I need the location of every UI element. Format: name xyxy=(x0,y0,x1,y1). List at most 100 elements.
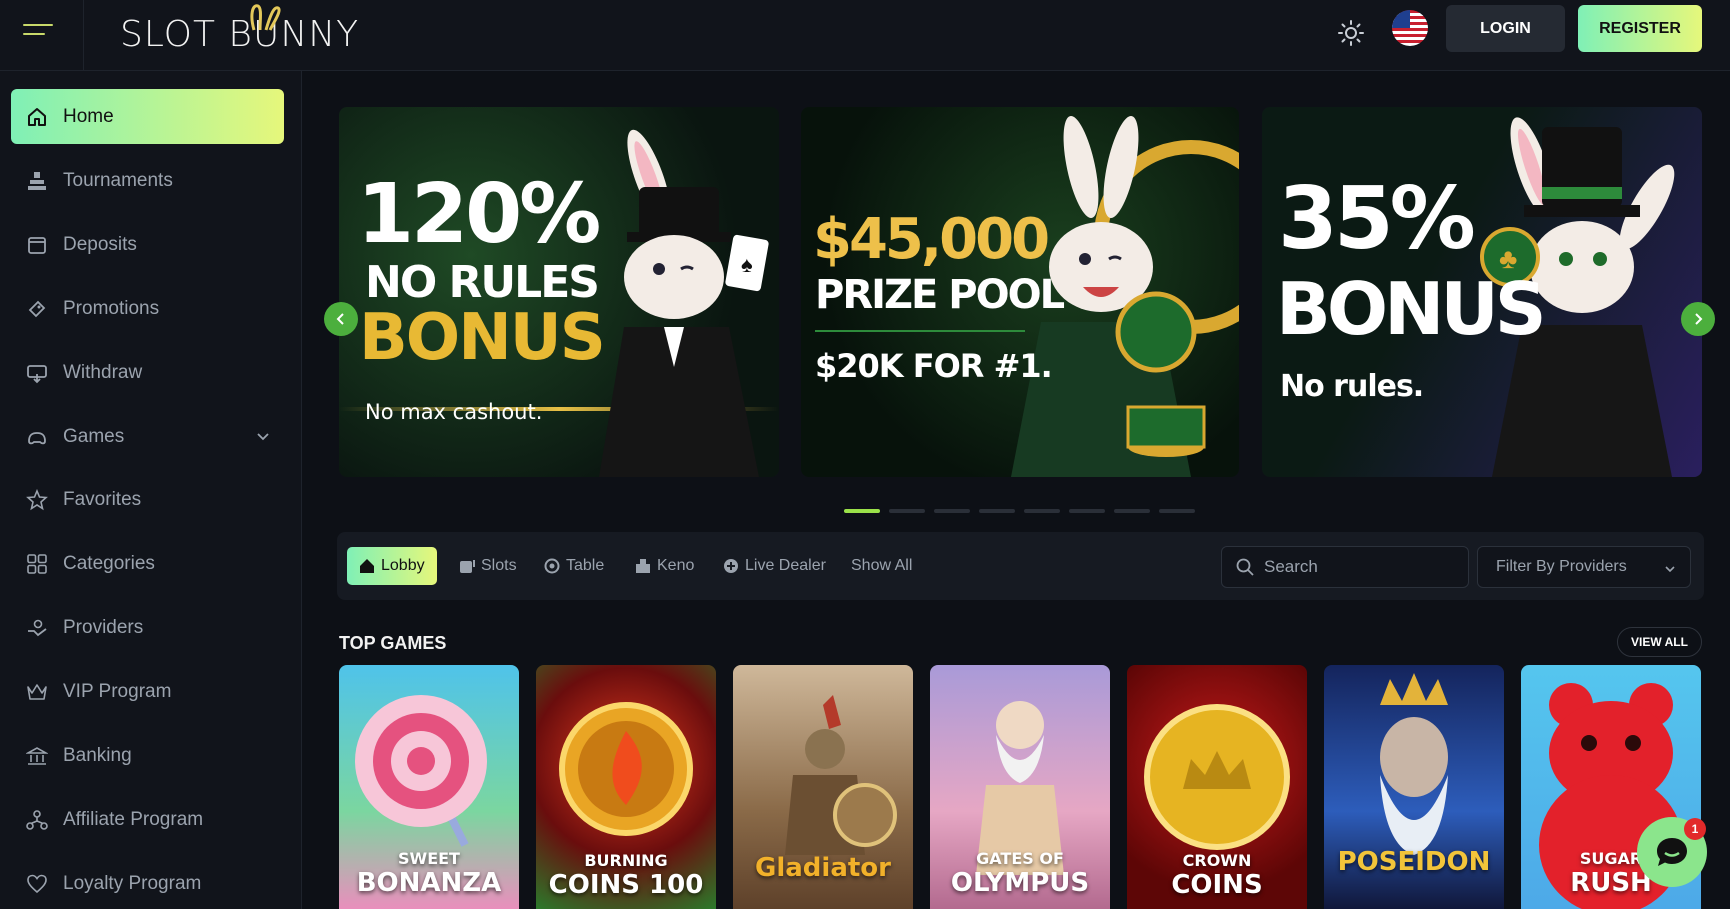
sidebar-item-games[interactable]: Games xyxy=(11,409,284,464)
sidebar-item-providers[interactable]: Providers xyxy=(11,600,284,655)
sidebar-item-categories[interactable]: Categories xyxy=(11,536,284,591)
carousel-prev-button[interactable] xyxy=(324,302,358,336)
game-card-sweet-bonanza[interactable]: SWEET BONANZA xyxy=(339,665,519,909)
carousel-next-button[interactable] xyxy=(1681,302,1715,336)
sidebar-item-label: Loyalty Program xyxy=(63,872,202,894)
banner-caption: No rules. xyxy=(1280,369,1424,404)
top-header: SLOT BUNNY LOGIN REGISTER xyxy=(0,0,1730,71)
banner-headline: 120% xyxy=(357,167,601,262)
sidebar-item-withdraw[interactable]: Withdraw xyxy=(11,345,284,400)
bank-icon xyxy=(25,744,49,768)
sidebar-item-label: Deposits xyxy=(63,233,137,255)
game-card-gladiator[interactable]: Gladiator xyxy=(733,665,913,909)
affiliate-icon xyxy=(25,808,49,832)
sidebar-item-promotions[interactable]: Promotions xyxy=(11,281,284,336)
carousel-dot[interactable] xyxy=(1024,509,1060,513)
tab-slots[interactable]: Slots xyxy=(447,547,529,585)
provider-filter-label: Filter By Providers xyxy=(1496,558,1627,575)
search-input[interactable] xyxy=(1264,557,1454,577)
sidebar: Home Tournaments Deposits Promotions Wit… xyxy=(0,71,302,909)
live-dealer-icon xyxy=(723,558,739,574)
us-flag-icon xyxy=(1392,10,1410,28)
provider-filter-select[interactable]: Filter By Providers xyxy=(1477,546,1691,588)
sidebar-item-label: Providers xyxy=(63,616,144,638)
promo-banner-3[interactable]: ♣ 35% BONUS No rules. xyxy=(1262,107,1702,477)
main-content: ♠ 120% NO RULES BONUS No max cashout. $4… xyxy=(302,71,1730,909)
game-title: Gladiator xyxy=(755,853,891,883)
view-all-button[interactable]: VIEW ALL xyxy=(1617,627,1702,657)
carousel-dot[interactable] xyxy=(1069,509,1105,513)
chevron-down-icon xyxy=(1664,562,1676,580)
game-card-burning-coins[interactable]: BURNING COINS 100 xyxy=(536,665,716,909)
sidebar-item-label: Promotions xyxy=(63,297,160,319)
register-button[interactable]: REGISTER xyxy=(1578,5,1702,52)
deposit-icon xyxy=(25,233,49,257)
game-title: BURNING COINS 100 xyxy=(548,851,704,900)
sidebar-item-label: Withdraw xyxy=(63,361,143,383)
grid-icon xyxy=(25,552,49,576)
sidebar-item-label: Tournaments xyxy=(63,169,173,191)
search-field[interactable] xyxy=(1221,546,1469,588)
banner-headline: 35% xyxy=(1278,169,1476,269)
sidebar-item-label: Favorites xyxy=(63,488,142,510)
sidebar-item-vip-program[interactable]: VIP Program xyxy=(11,664,284,719)
sidebar-item-home[interactable]: Home xyxy=(11,89,284,144)
search-icon xyxy=(1236,558,1254,576)
sidebar-item-deposits[interactable]: Deposits xyxy=(11,217,284,272)
promo-icon xyxy=(25,297,49,321)
banner-caption: $20K FOR #1. xyxy=(815,347,1053,385)
sidebar-item-loyalty-program[interactable]: Loyalty Program xyxy=(11,856,284,909)
sidebar-item-label: Home xyxy=(63,105,114,127)
star-icon xyxy=(25,488,49,512)
sidebar-item-favorites[interactable]: Favorites xyxy=(11,472,284,527)
game-title: POSEIDON xyxy=(1337,847,1491,877)
carousel-dot[interactable] xyxy=(844,509,880,513)
chevron-down-icon[interactable] xyxy=(256,427,270,449)
game-title: SWEET BONANZA xyxy=(356,849,502,898)
chevron-left-icon xyxy=(336,313,344,325)
providers-icon xyxy=(25,616,49,640)
games-icon xyxy=(25,425,49,449)
tab-keno[interactable]: Keno xyxy=(623,547,706,585)
carousel-dot[interactable] xyxy=(979,509,1015,513)
slots-icon xyxy=(459,558,475,574)
sidebar-item-tournaments[interactable]: Tournaments xyxy=(11,153,284,208)
game-card-gates-of-olympus[interactable]: GATES OF OLYMPUS xyxy=(930,665,1110,909)
theme-toggle-button[interactable] xyxy=(1334,16,1368,50)
banner-subheadline: PRIZE POOL xyxy=(815,272,1065,318)
tab-table[interactable]: Table xyxy=(532,547,616,585)
keno-icon xyxy=(635,558,651,574)
banner-accent: BONUS xyxy=(359,301,606,375)
chevron-right-icon xyxy=(1695,313,1703,325)
bunny-mascot-image: ♠ xyxy=(599,129,769,477)
site-logo[interactable]: SLOT BUNNY xyxy=(120,14,359,55)
game-title: GATES OF OLYMPUS xyxy=(950,849,1090,898)
promo-banner-1[interactable]: ♠ 120% NO RULES BONUS No max cashout. xyxy=(339,107,779,477)
sidebar-item-banking[interactable]: Banking xyxy=(11,728,284,783)
home-icon xyxy=(25,105,49,129)
bunny-ears-logo-icon xyxy=(250,4,281,31)
heart-icon xyxy=(25,872,49,896)
sidebar-item-affiliate-program[interactable]: Affiliate Program xyxy=(11,792,284,847)
menu-icon xyxy=(23,24,53,26)
chat-icon xyxy=(1657,838,1687,866)
withdraw-icon xyxy=(25,361,49,385)
login-button[interactable]: LOGIN xyxy=(1446,5,1565,52)
banner-caption: No max cashout. xyxy=(365,400,543,424)
tab-live-dealer[interactable]: Live Dealer xyxy=(711,547,838,585)
carousel-dot[interactable] xyxy=(1114,509,1150,513)
promo-banner-2[interactable]: $45,000 PRIZE POOL $20K FOR #1. xyxy=(801,107,1239,477)
lobby-icon xyxy=(359,558,375,574)
tab-lobby[interactable]: Lobby xyxy=(347,547,437,585)
language-selector-button[interactable] xyxy=(1392,10,1428,46)
sidebar-item-label: Categories xyxy=(63,552,155,574)
menu-toggle-button[interactable] xyxy=(0,0,84,71)
carousel-dot[interactable] xyxy=(1159,509,1195,513)
carousel-dot[interactable] xyxy=(889,509,925,513)
game-card-poseidon[interactable]: POSEIDON xyxy=(1324,665,1504,909)
tab-show-all[interactable]: Show All xyxy=(839,547,924,585)
svg-text:♠: ♠ xyxy=(741,252,753,277)
sidebar-item-label: VIP Program xyxy=(63,680,172,702)
game-card-crown-coins[interactable]: CROWN COINS xyxy=(1127,665,1307,909)
carousel-dot[interactable] xyxy=(934,509,970,513)
